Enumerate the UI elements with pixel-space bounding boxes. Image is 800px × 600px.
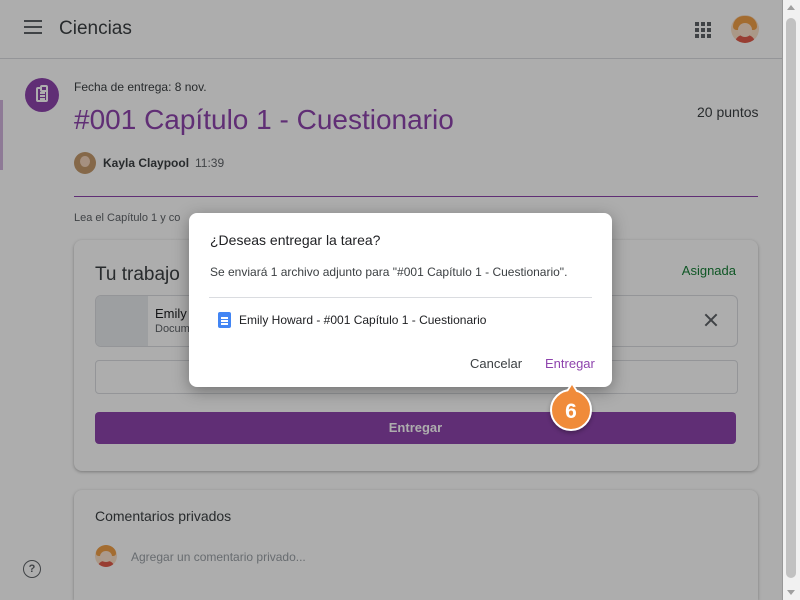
scroll-up-arrow-icon[interactable] — [787, 5, 795, 10]
scroll-thumb[interactable] — [786, 18, 796, 578]
google-docs-icon — [218, 312, 231, 328]
cancel-button[interactable]: Cancelar — [470, 356, 522, 371]
confirm-turn-in-button[interactable]: Entregar — [545, 356, 595, 371]
step-number-badge: 6 — [550, 382, 592, 431]
scroll-down-arrow-icon[interactable] — [787, 590, 795, 595]
scrollbar[interactable] — [782, 0, 800, 600]
dialog-title: ¿Deseas entregar la tarea? — [210, 232, 381, 248]
turn-in-dialog: ¿Deseas entregar la tarea? Se enviará 1 … — [189, 213, 612, 387]
classroom-app: Ciencias Fecha de entrega: 8 nov. #001 C… — [0, 0, 800, 600]
dialog-attachment: Emily Howard - #001 Capítulo 1 - Cuestio… — [209, 297, 592, 342]
dialog-attachment-name: Emily Howard - #001 Capítulo 1 - Cuestio… — [239, 313, 487, 327]
dialog-body: Se enviará 1 archivo adjunto para "#001 … — [210, 265, 568, 279]
